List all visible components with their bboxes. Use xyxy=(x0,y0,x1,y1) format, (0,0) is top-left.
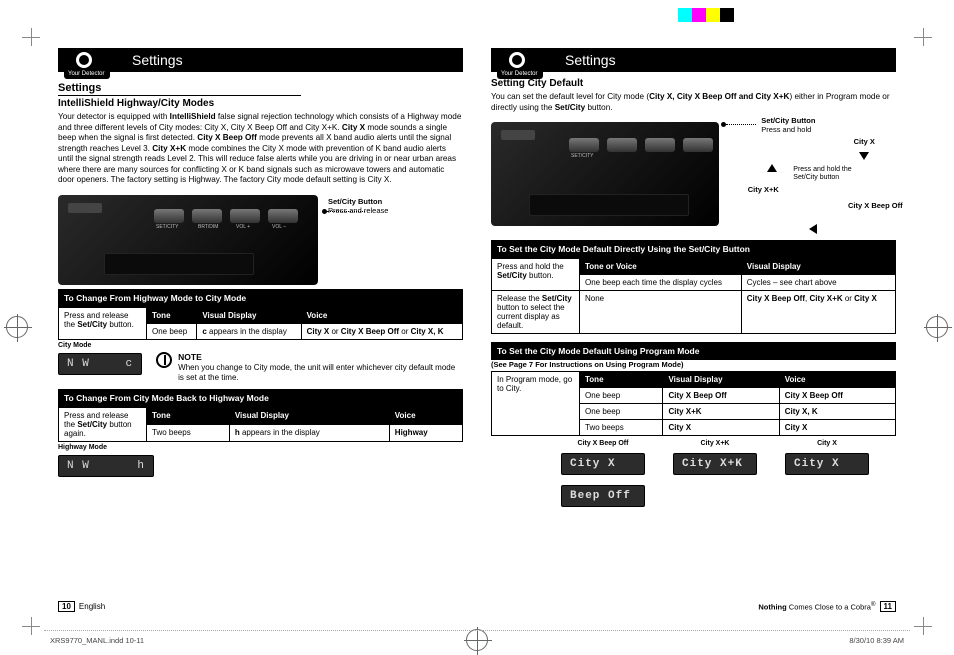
page-right: Settings Your Detector Setting City Defa… xyxy=(477,42,910,618)
table-city-to-highway: Press and release the Set/City button ag… xyxy=(58,407,463,442)
callout-leader xyxy=(726,124,756,125)
page-left: Settings Your Detector Settings IntelliS… xyxy=(44,42,477,618)
sub-heading: Setting City Default xyxy=(491,78,896,89)
display-city-mode: N Wc xyxy=(58,353,142,375)
table-title-bar: To Change From City Mode Back to Highway… xyxy=(58,389,463,407)
registration-mark xyxy=(926,316,948,338)
note-block: NOTEWhen you change to City mode, the un… xyxy=(156,352,463,383)
caption-highway-mode: Highway Mode xyxy=(58,444,463,451)
crop-mark xyxy=(22,28,40,46)
registration-mark xyxy=(6,316,28,338)
display-cityx-beepoff: City X xyxy=(561,453,645,475)
photo-caption: Set/City ButtonPress and hold xyxy=(761,116,815,134)
table-subtitle: (See Page 7 For Instructions on Using Pr… xyxy=(491,360,896,369)
header-title: Settings xyxy=(565,52,616,68)
page-number: 10English xyxy=(58,601,105,612)
table-left-cell: Press and release the Set/City button. xyxy=(59,307,147,339)
display-examples-row: City X Beep Off City X Beep Off City X+K… xyxy=(561,440,896,511)
page-header: Settings Your Detector xyxy=(491,48,896,72)
section-tab: Your Detector xyxy=(497,70,543,79)
intro-paragraph: Your detector is equipped with IntelliSh… xyxy=(58,112,463,186)
crop-mark xyxy=(22,617,40,635)
subsection-heading: IntelliShield Highway/City Modes xyxy=(58,98,463,109)
footer-timestamp: 8/30/10 8:39 AM xyxy=(849,636,904,645)
table-set-default-program: In Program mode, go to City. ToneVisual … xyxy=(491,371,896,436)
display-cityx: City X xyxy=(785,453,869,475)
display-cityx-beepoff-2: Beep Off xyxy=(561,485,645,507)
header-icon xyxy=(509,50,539,70)
print-registration-colors xyxy=(678,8,734,22)
header-icon xyxy=(76,50,106,70)
callout-leader xyxy=(327,211,365,212)
table-title-bar: To Set the City Mode Default Using Progr… xyxy=(491,342,896,360)
intro-paragraph: You can set the default level for City m… xyxy=(491,92,896,113)
cycle-diagram: City X City X+K City X Beep Off Press an… xyxy=(751,140,887,252)
page-header: Settings Your Detector xyxy=(58,48,463,72)
section-tab: Your Detector xyxy=(64,70,110,79)
page-number: Nothing Comes Close to a Cobra® 11 xyxy=(758,601,896,612)
table-highway-to-city: Press and release the Set/City button. T… xyxy=(58,307,463,340)
footer-filename: XRS9770_MANL.indd 10-11 xyxy=(50,636,144,645)
device-photo: SET/CITY BRT/DIM VOL + VOL – xyxy=(58,195,318,285)
crop-mark xyxy=(914,617,932,635)
device-photo: SET/CITY xyxy=(491,122,719,226)
header-title: Settings xyxy=(132,52,183,68)
display-cityxk: City X+K xyxy=(673,453,757,475)
note-icon xyxy=(156,352,172,368)
section-heading: Settings xyxy=(58,82,301,96)
registration-mark xyxy=(466,629,488,651)
display-highway-mode: N Wh xyxy=(58,455,154,477)
crop-mark xyxy=(914,28,932,46)
caption-city-mode: City Mode xyxy=(58,342,463,349)
footer-rule xyxy=(44,630,910,631)
photo-caption: Set/City Button Press and release xyxy=(328,197,458,215)
table-title-bar: To Change From Highway Mode to City Mode xyxy=(58,289,463,307)
page-spread: Settings Your Detector Settings IntelliS… xyxy=(0,0,954,655)
table-set-default-direct: Press and hold the Set/City button. Tone… xyxy=(491,258,896,334)
